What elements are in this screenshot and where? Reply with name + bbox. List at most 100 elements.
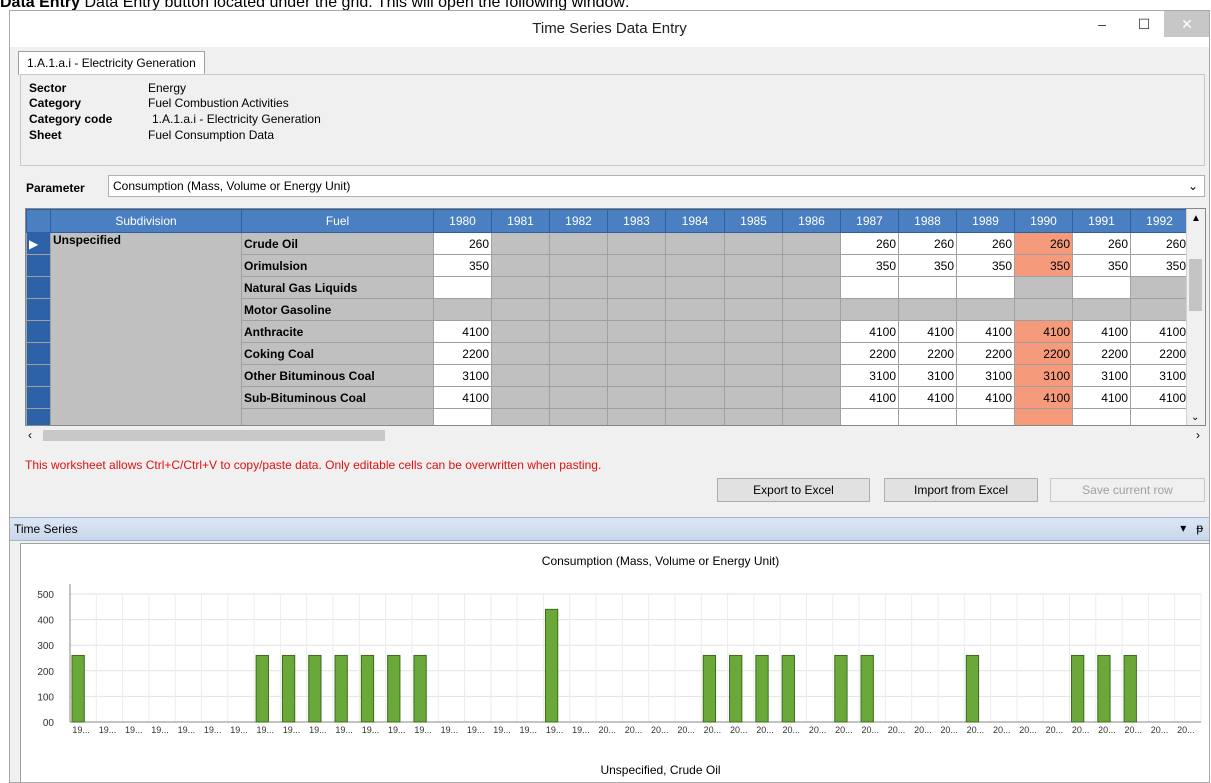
save-current-row-button[interactable]: Save current row: [1050, 478, 1205, 502]
year-column-header-1987[interactable]: 1987: [840, 209, 899, 233]
value-cell-1980[interactable]: 2200: [433, 342, 492, 365]
value-cell-1991[interactable]: 350: [1072, 254, 1131, 277]
fuel-cell[interactable]: Anthracite: [241, 320, 434, 343]
value-cell-1987[interactable]: 4100: [840, 320, 899, 343]
import-from-excel-button[interactable]: Import from Excel: [884, 478, 1038, 502]
value-cell-1990[interactable]: 4100: [1014, 320, 1073, 343]
value-cell-1991[interactable]: 2200: [1072, 342, 1131, 365]
value-cell-1989[interactable]: 4100: [956, 320, 1015, 343]
scroll-right-icon[interactable]: ›: [1196, 428, 1200, 442]
value-cell-1980[interactable]: 260: [433, 232, 492, 255]
value-cell-1987[interactable]: 3100: [840, 364, 899, 387]
value-cell-1989[interactable]: 2200: [956, 342, 1015, 365]
fuel-cell[interactable]: Coking Coal: [241, 342, 434, 365]
year-column-header-1986[interactable]: 1986: [782, 209, 841, 233]
fuel-cell[interactable]: Other Bituminous Coal: [241, 364, 434, 387]
value-cell-1990[interactable]: 2200: [1014, 342, 1073, 365]
value-cell-1980[interactable]: [433, 408, 492, 425]
parameter-select[interactable]: Consumption (Mass, Volume or Energy Unit…: [108, 175, 1205, 197]
fuel-cell[interactable]: Natural Gas Liquids: [241, 276, 434, 299]
fuel-cell[interactable]: Sub-Bituminous Coal: [241, 386, 434, 409]
current-row-indicator-icon[interactable]: ▶: [26, 232, 51, 255]
value-cell-1990[interactable]: 350: [1014, 254, 1073, 277]
value-cell-1989[interactable]: 4100: [956, 386, 1015, 409]
value-cell-1991[interactable]: 260: [1072, 232, 1131, 255]
value-cell-1988[interactable]: 3100: [898, 364, 957, 387]
fuel-cell[interactable]: Orimulsion: [241, 254, 434, 277]
value-cell-1989[interactable]: 350: [956, 254, 1015, 277]
row-header[interactable]: [26, 364, 51, 387]
value-cell-1991[interactable]: 4100: [1072, 386, 1131, 409]
value-cell-1991[interactable]: 3100: [1072, 364, 1131, 387]
year-column-header-1982[interactable]: 1982: [549, 209, 608, 233]
value-cell-1989[interactable]: [956, 408, 1015, 425]
grid-horizontal-scrollbar[interactable]: ‹ ›: [25, 427, 1206, 444]
value-cell-1988[interactable]: 4100: [898, 320, 957, 343]
value-cell-1990[interactable]: 3100: [1014, 364, 1073, 387]
value-cell-1991[interactable]: [1072, 408, 1131, 425]
value-cell-1992[interactable]: 260: [1130, 232, 1189, 255]
scroll-up-icon[interactable]: ▲: [1191, 213, 1201, 224]
export-to-excel-button[interactable]: Export to Excel: [717, 478, 870, 502]
tab-electricity-generation[interactable]: 1.A.1.a.i - Electricity Generation: [18, 51, 205, 75]
row-header[interactable]: [26, 320, 51, 343]
year-column-header-1992[interactable]: 1992: [1130, 209, 1189, 233]
value-cell-1992[interactable]: 3100: [1130, 364, 1189, 387]
value-cell-1987[interactable]: [840, 276, 899, 299]
value-cell-1980[interactable]: 4100: [433, 386, 492, 409]
value-cell-1987[interactable]: [840, 408, 899, 425]
row-header[interactable]: [26, 386, 51, 409]
value-cell-1980[interactable]: 350: [433, 254, 492, 277]
value-cell-1988[interactable]: 2200: [898, 342, 957, 365]
value-cell-1992[interactable]: 4100: [1130, 320, 1189, 343]
value-cell-1989[interactable]: 3100: [956, 364, 1015, 387]
subdivision-column-header[interactable]: Subdivision: [50, 209, 242, 233]
year-column-header-1983[interactable]: 1983: [607, 209, 666, 233]
grid-horizontal-scroll-thumb[interactable]: [43, 430, 385, 441]
year-column-header-1988[interactable]: 1988: [898, 209, 957, 233]
value-cell-1992[interactable]: 350: [1130, 254, 1189, 277]
maximize-button[interactable]: ☐: [1122, 11, 1166, 37]
fuel-column-header[interactable]: Fuel: [241, 209, 434, 233]
value-cell-1987[interactable]: 350: [840, 254, 899, 277]
value-cell-1988[interactable]: 260: [898, 232, 957, 255]
value-cell-1992[interactable]: [1130, 408, 1189, 425]
value-cell-1980[interactable]: 3100: [433, 364, 492, 387]
pin-icon[interactable]: ᵽ: [1196, 521, 1203, 535]
row-header[interactable]: [26, 254, 51, 277]
minimize-button[interactable]: –: [1080, 11, 1124, 37]
scroll-down-icon[interactable]: ⌄: [1191, 412, 1199, 423]
grid-vertical-scrollbar[interactable]: ▲ ⌄: [1186, 209, 1205, 425]
value-cell-1988[interactable]: [898, 276, 957, 299]
value-cell-1990[interactable]: 260: [1014, 232, 1073, 255]
value-cell-1987[interactable]: 4100: [840, 386, 899, 409]
fuel-cell[interactable]: Crude Oil: [241, 232, 434, 255]
row-header[interactable]: [26, 298, 51, 321]
value-cell-1991[interactable]: [1072, 276, 1131, 299]
grid-vertical-scroll-thumb[interactable]: [1189, 259, 1202, 311]
year-column-header-1991[interactable]: 1991: [1072, 209, 1131, 233]
value-cell-1980[interactable]: [433, 276, 492, 299]
value-cell-1990[interactable]: [1014, 408, 1073, 425]
row-header[interactable]: [26, 408, 51, 425]
value-cell-1991[interactable]: 4100: [1072, 320, 1131, 343]
year-column-header-1984[interactable]: 1984: [665, 209, 725, 233]
fuel-cell[interactable]: [241, 408, 434, 425]
value-cell-1992[interactable]: 4100: [1130, 386, 1189, 409]
year-column-header-1980[interactable]: 1980: [433, 209, 492, 233]
subdivision-cell[interactable]: Unspecified: [50, 232, 242, 425]
panel-menu-icon[interactable]: ▾: [1180, 521, 1186, 535]
scroll-left-icon[interactable]: ‹: [28, 428, 32, 442]
value-cell-1992[interactable]: 2200: [1130, 342, 1189, 365]
row-header[interactable]: [26, 342, 51, 365]
value-cell-1980[interactable]: 4100: [433, 320, 492, 343]
year-column-header-1985[interactable]: 1985: [724, 209, 783, 233]
year-column-header-1981[interactable]: 1981: [491, 209, 550, 233]
value-cell-1987[interactable]: 2200: [840, 342, 899, 365]
value-cell-1987[interactable]: 260: [840, 232, 899, 255]
fuel-cell[interactable]: Motor Gasoline: [241, 298, 434, 321]
year-column-header-1989[interactable]: 1989: [956, 209, 1015, 233]
value-cell-1988[interactable]: 4100: [898, 386, 957, 409]
value-cell-1989[interactable]: 260: [956, 232, 1015, 255]
value-cell-1989[interactable]: [956, 276, 1015, 299]
